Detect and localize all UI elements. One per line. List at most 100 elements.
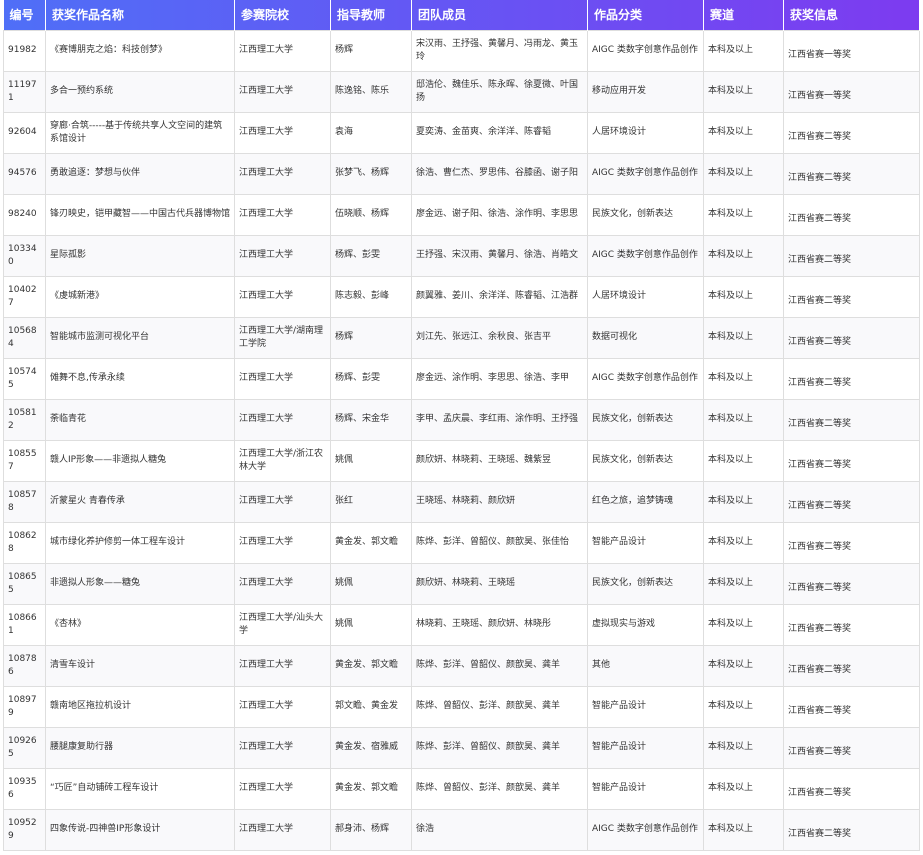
cell-team-members: 王晓瑶、林晓莉、颜欣妍	[411, 480, 588, 523]
cell-award: 江西省赛二等奖	[783, 726, 920, 769]
header-team-members: 团队成员	[411, 0, 588, 30]
cell-id: 105684	[3, 316, 46, 359]
cell-track: 本科及以上	[703, 398, 784, 441]
cell-team-members: 陈烨、彭洋、曾韶仪、颜歆昊、龚羊	[411, 726, 588, 769]
table-row: 108786 清雪车设计 江西理工大学 黄金发、郭文瞻 陈烨、彭洋、曾韶仪、颜歆昊、龚羊…	[3, 644, 920, 687]
header-advisor: 指导教师	[330, 0, 412, 30]
cell-id: 92604	[3, 111, 46, 154]
cell-track: 本科及以上	[703, 316, 784, 359]
cell-track: 本科及以上	[703, 152, 784, 195]
cell-id: 108979	[3, 685, 46, 728]
cell-school: 江西理工大学	[234, 111, 331, 154]
cell-team-members: 廖金远、涂作明、李思思、徐浩、李甲	[411, 357, 588, 400]
cell-advisor: 郝身沛、杨辉	[330, 808, 412, 851]
header-category: 作品分类	[587, 0, 704, 30]
cell-work-title: 星际孤影	[45, 234, 235, 277]
cell-team-members: 廖金远、谢子阳、徐浩、涂作明、李思思	[411, 193, 588, 236]
header-id: 编号	[3, 0, 46, 30]
header-award: 获奖信息	[783, 0, 920, 30]
cell-category: 移动应用开发	[587, 70, 704, 113]
cell-track: 本科及以上	[703, 644, 784, 687]
table-row: 111971 多合一预约系统 江西理工大学 陈逸铭、陈乐 邸浩伦、魏佳乐、陈永晖、徐夏微…	[3, 70, 920, 113]
header-track: 赛道	[703, 0, 784, 30]
cell-category: 智能产品设计	[587, 726, 704, 769]
cell-award: 江西省赛二等奖	[783, 562, 920, 605]
cell-award: 江西省赛二等奖	[783, 521, 920, 564]
cell-id: 103340	[3, 234, 46, 277]
cell-school: 江西理工大学	[234, 521, 331, 564]
cell-category: 民族文化，创新表达	[587, 562, 704, 605]
cell-school: 江西理工大学/汕头大学	[234, 603, 331, 646]
cell-track: 本科及以上	[703, 480, 784, 523]
table-header-row: 编号 获奖作品名称 参赛院校 指导教师 团队成员 作品分类 赛道 获奖信息	[3, 0, 920, 30]
cell-advisor: 杨辉	[330, 316, 412, 359]
cell-team-members: 刘江先、张远江、余秋良、张吉平	[411, 316, 588, 359]
cell-team-members: 林晓莉、王晓瑶、颜欣妍、林晓彤	[411, 603, 588, 646]
cell-category: AIGC 类数字创意作品创作	[587, 29, 704, 72]
cell-school: 江西理工大学	[234, 685, 331, 728]
cell-work-title: 《杏林》	[45, 603, 235, 646]
cell-team-members: 陈烨、彭洋、曾韶仪、颜歆昊、张佳怡	[411, 521, 588, 564]
cell-school: 江西理工大学/湖南理工学院	[234, 316, 331, 359]
table-row: 105684 智能城市监测可视化平台 江西理工大学/湖南理工学院 杨辉 刘江先、张远江、…	[3, 316, 920, 359]
cell-advisor: 杨辉、彭雯	[330, 357, 412, 400]
cell-school: 江西理工大学/浙江农林大学	[234, 439, 331, 482]
cell-school: 江西理工大学	[234, 70, 331, 113]
cell-track: 本科及以上	[703, 111, 784, 154]
cell-award: 江西省赛二等奖	[783, 275, 920, 318]
cell-advisor: 杨辉	[330, 29, 412, 72]
cell-work-title: 四象传说-四神兽IP形象设计	[45, 808, 235, 851]
cell-advisor: 袁海	[330, 111, 412, 154]
cell-track: 本科及以上	[703, 685, 784, 728]
cell-category: 民族文化，创新表达	[587, 439, 704, 482]
cell-category: 其他	[587, 644, 704, 687]
table-row: 103340 星际孤影 江西理工大学 杨辉、彭雯 王抒强、宋汉雨、黄馨月、徐浩、肖皓文 A…	[3, 234, 920, 277]
cell-advisor: 杨辉、宋金华	[330, 398, 412, 441]
cell-category: AIGC 类数字创意作品创作	[587, 357, 704, 400]
cell-id: 91982	[3, 29, 46, 72]
cell-category: AIGC 类数字创意作品创作	[587, 234, 704, 277]
cell-id: 104027	[3, 275, 46, 318]
cell-school: 江西理工大学	[234, 726, 331, 769]
cell-advisor: 杨辉、彭雯	[330, 234, 412, 277]
table-row: 108628 城市绿化养护修剪一体工程车设计 江西理工大学 黄金发、郭文瞻 陈烨、彭洋、…	[3, 521, 920, 564]
cell-category: AIGC 类数字创意作品创作	[587, 152, 704, 195]
cell-track: 本科及以上	[703, 357, 784, 400]
cell-track: 本科及以上	[703, 767, 784, 810]
cell-track: 本科及以上	[703, 70, 784, 113]
cell-work-title: 城市绿化养护修剪一体工程车设计	[45, 521, 235, 564]
cell-team-members: 徐浩	[411, 808, 588, 851]
cell-category: 民族文化，创新表达	[587, 193, 704, 236]
table-row: 94576 勇敢追逐：梦想与伙伴 江西理工大学 张梦飞、杨辉 徐浩、曹仁杰、罗思伟、谷膝…	[3, 152, 920, 195]
cell-award: 江西省赛一等奖	[783, 29, 920, 72]
cell-school: 江西理工大学	[234, 562, 331, 605]
cell-category: 数据可视化	[587, 316, 704, 359]
cell-track: 本科及以上	[703, 726, 784, 769]
cell-school: 江西理工大学	[234, 234, 331, 277]
cell-school: 江西理工大学	[234, 357, 331, 400]
cell-school: 江西理工大学	[234, 767, 331, 810]
cell-advisor: 陈逸铭、陈乐	[330, 70, 412, 113]
cell-category: 人居环境设计	[587, 111, 704, 154]
cell-school: 江西理工大学	[234, 398, 331, 441]
awards-table: 编号 获奖作品名称 参赛院校 指导教师 团队成员 作品分类 赛道 获奖信息 91…	[3, 0, 920, 851]
cell-team-members: 陈烨、曾韶仪、彭洋、颜歆昊、龚羊	[411, 685, 588, 728]
cell-award: 江西省赛二等奖	[783, 193, 920, 236]
table-row: 105812 荼临青花 江西理工大学 杨辉、宋金华 李甲、孟庆晨、李红雨、涂作明、王抒强…	[3, 398, 920, 441]
cell-advisor: 黄金发、郭文瞻	[330, 644, 412, 687]
cell-advisor: 伍晓顺、杨辉	[330, 193, 412, 236]
cell-work-title: 穿廊·合筑-----基于传统共享人文空间的建筑系馆设计	[45, 111, 235, 154]
cell-team-members: 徐浩、曹仁杰、罗思伟、谷膝函、谢子阳	[411, 152, 588, 195]
table-row: 108979 赣南地区拖拉机设计 江西理工大学 郭文瞻、黄金发 陈烨、曾韶仪、彭洋、颜歆…	[3, 685, 920, 728]
cell-award: 江西省赛二等奖	[783, 234, 920, 277]
cell-id: 108628	[3, 521, 46, 564]
cell-work-title: 非遗拟人形象——糖兔	[45, 562, 235, 605]
cell-award: 江西省赛二等奖	[783, 480, 920, 523]
cell-school: 江西理工大学	[234, 808, 331, 851]
cell-team-members: 颜欣妍、林晓莉、王晓瑶	[411, 562, 588, 605]
cell-id: 109356	[3, 767, 46, 810]
cell-track: 本科及以上	[703, 275, 784, 318]
cell-work-title: 智能城市监测可视化平台	[45, 316, 235, 359]
table-row: 108578 沂蒙星火 青春传承 江西理工大学 张红 王晓瑶、林晓莉、颜欣妍 红色之旅，追…	[3, 480, 920, 523]
cell-award: 江西省赛二等奖	[783, 685, 920, 728]
